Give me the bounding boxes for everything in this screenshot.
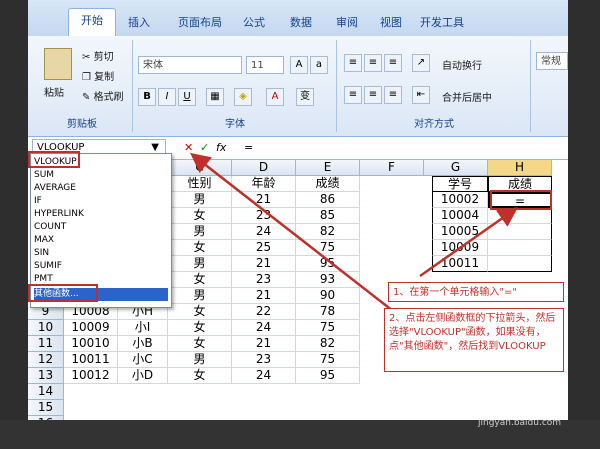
watermark-url: jingyan.baidu.com: [478, 418, 562, 428]
step2-annotation: 2、点击左侧函数框的下拉箭头，然后选择"VLOOKUP"函数，如果没有，点"其他…: [384, 308, 564, 372]
step1-annotation: 1、在第一个单元格输入"=": [388, 282, 564, 302]
watermark-logo: Bai: [468, 386, 508, 411]
left-dark-margin: [0, 0, 28, 449]
arrow-to-name-box: [190, 152, 403, 319]
right-dark-margin: [568, 0, 600, 449]
arrow-to-cell: [419, 207, 519, 278]
excel-window: 开始 插入 页面布局 公式 数据 审阅 视图 开发工具 粘贴 ✂ 剪切 ❐ 复制…: [28, 0, 568, 420]
